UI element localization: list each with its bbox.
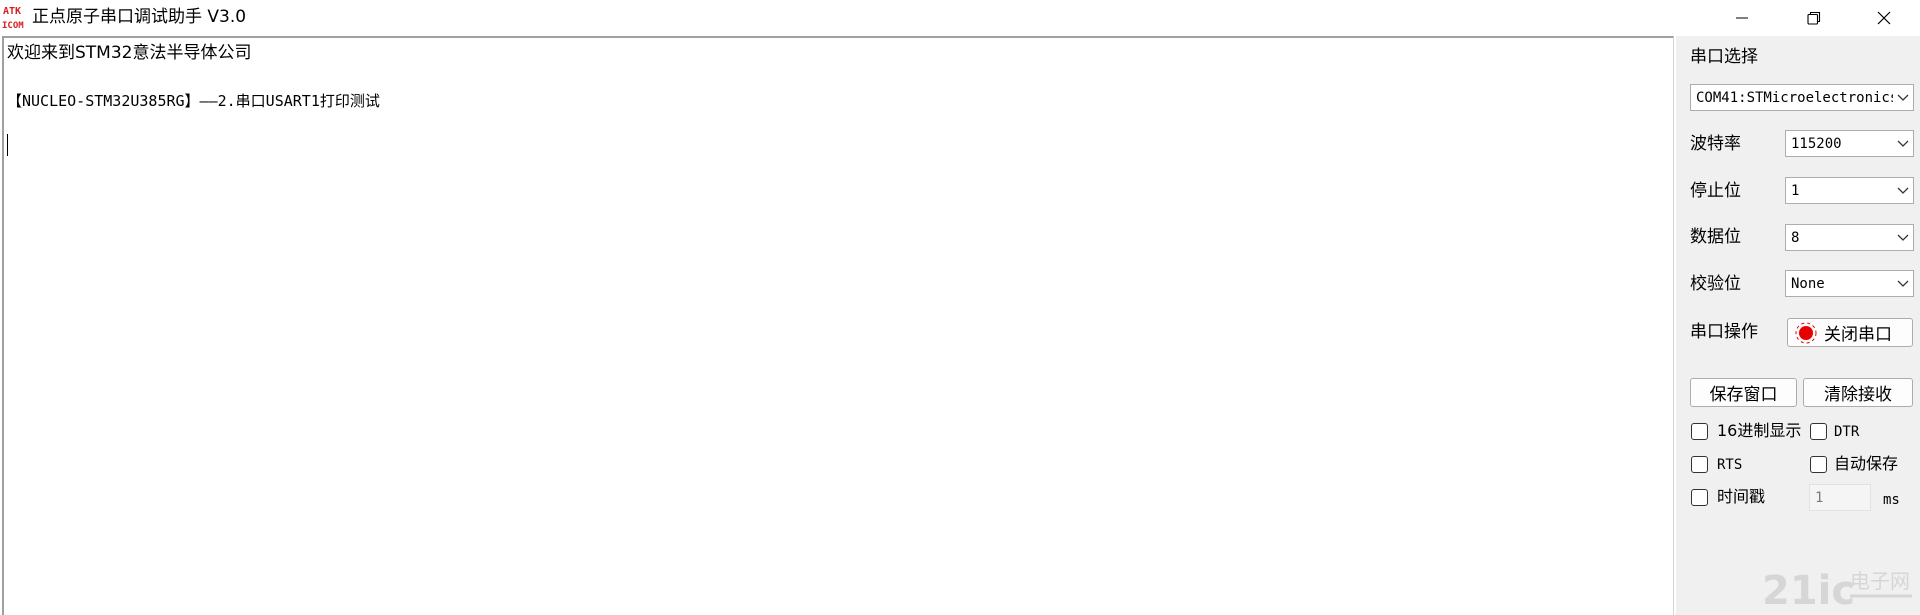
watermark-logo: 21ic 电子网 [1762,568,1912,610]
port-label: 串口选择 [1690,47,1758,67]
watermark-brand: 21ic [1762,568,1855,610]
save-window-label: 保存窗口 [1709,385,1778,405]
app-logo-icon: ATK ICOM [2,6,24,31]
timestamp-label: 时间戳 [1717,487,1766,506]
record-icon [1795,322,1817,343]
save-window-button[interactable]: 保存窗口 [1690,378,1797,407]
stop-bits-value: 1 [1791,182,1800,199]
watermark-site: 电子网 [1850,569,1910,593]
logo-text-bottom: ICOM [2,21,24,31]
minimize-icon [1736,17,1748,18]
receive-textarea[interactable]: 欢迎来到STM32意法半导体公司 【NUCLEO-STM32U385RG】——2… [2,36,1674,615]
receive-line-2: 【NUCLEO-STM32U385RG】——2.串口USART1打印测试 [7,92,380,110]
clear-receive-button[interactable]: 清除接收 [1803,378,1913,407]
timestamp-checkbox[interactable] [1691,489,1708,506]
rts-label: RTS [1717,457,1743,473]
restore-button[interactable] [1778,0,1850,35]
close-icon [1877,11,1891,24]
restore-icon [1807,11,1821,25]
baud-label: 波特率 [1690,134,1741,154]
parity-value: None [1791,275,1825,292]
rts-checkbox[interactable] [1691,456,1708,473]
data-bits-select[interactable]: 8 [1785,224,1914,251]
port-select-value: COM41:STMicroelectronics [1696,89,1893,106]
text-caret [7,134,8,156]
logo-text-top: ATK [3,6,21,17]
stop-bits-label: 停止位 [1690,181,1741,201]
dtr-checkbox[interactable] [1810,423,1827,440]
chevron-down-icon [1893,85,1913,110]
close-window-button[interactable] [1848,0,1920,35]
window-title: 正点原子串口调试助手 V3.0 [32,7,247,27]
title-bar: ATK ICOM 正点原子串口调试助手 V3.0 [0,0,1920,35]
chevron-down-icon [1893,271,1913,296]
stop-bits-select[interactable]: 1 [1785,177,1914,204]
data-bits-value: 8 [1791,229,1800,246]
timestamp-interval-value: 1 [1815,489,1824,506]
parity-select[interactable]: None [1785,270,1914,297]
port-select[interactable]: COM41:STMicroelectronics [1690,84,1914,111]
hex-display-label: 16进制显示 [1717,421,1802,440]
port-operation-label: 串口操作 [1690,322,1758,342]
parity-label: 校验位 [1690,274,1741,294]
minimize-button[interactable] [1706,0,1778,35]
auto-save-checkbox[interactable] [1810,456,1827,473]
chevron-down-icon [1893,131,1913,156]
dtr-label: DTR [1834,424,1860,440]
auto-save-label: 自动保存 [1834,454,1899,473]
close-port-button[interactable]: 关闭串口 [1787,318,1913,347]
timestamp-interval-input[interactable]: 1 [1809,484,1871,511]
data-bits-label: 数据位 [1690,227,1741,247]
chevron-down-icon [1893,178,1913,203]
clear-receive-label: 清除接收 [1824,385,1892,405]
timestamp-unit: ms [1883,492,1900,508]
baud-select[interactable]: 115200 [1785,130,1914,157]
baud-select-value: 115200 [1791,135,1842,152]
close-port-label: 关闭串口 [1824,325,1892,345]
chevron-down-icon [1893,225,1913,250]
receive-line-1: 欢迎来到STM32意法半导体公司 [7,43,252,63]
hex-display-checkbox[interactable] [1691,423,1708,440]
